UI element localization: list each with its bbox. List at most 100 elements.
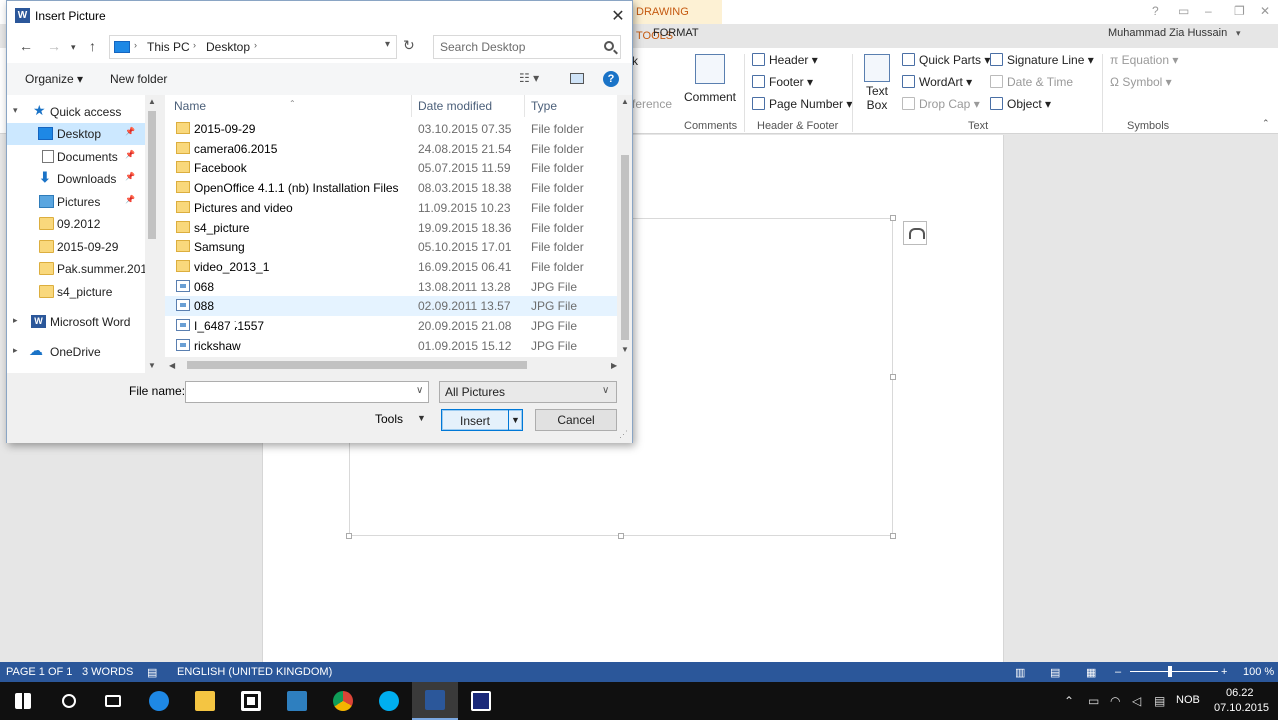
zoom-level[interactable]: 100 % <box>1243 666 1274 678</box>
notification-icon[interactable]: ▤ <box>1154 694 1165 708</box>
collapse-chevron-icon[interactable]: ▾ <box>13 105 18 116</box>
nav-item-09-2012[interactable]: 09.2012 <box>7 213 145 235</box>
folder-row[interactable]: 2015-09-29 03.10.2015 07.35 File folder <box>165 119 625 139</box>
screen-recorder-icon[interactable] <box>458 682 504 720</box>
expand-chevron-icon[interactable]: ▸ <box>13 315 18 326</box>
footer-button[interactable]: Footer ▾ <box>752 75 813 89</box>
layout-options-icon[interactable] <box>903 221 927 245</box>
file-row[interactable]: rickshaw 01.09.2015 15.12 JPG File <box>165 336 625 356</box>
nav-item-desktop[interactable]: Desktop 📌 <box>7 123 145 145</box>
nav-scroll-thumb[interactable] <box>148 111 156 239</box>
skype-icon[interactable] <box>366 682 412 720</box>
scroll-right-icon[interactable]: ▶ <box>611 361 617 370</box>
dialog-title-bar[interactable]: W Insert Picture ✕ <box>7 1 632 31</box>
page-number-button[interactable]: Page Number ▾ <box>752 97 852 111</box>
language-status[interactable]: ENGLISH (UNITED KINGDOM) <box>177 666 332 678</box>
scroll-up-icon[interactable]: ▲ <box>621 97 629 106</box>
maximize-icon[interactable]: ❐ <box>1234 4 1245 18</box>
file-type-filter[interactable]: All Pictures ∨ <box>439 381 617 403</box>
breadcrumb-desktop[interactable]: Desktop <box>206 40 250 54</box>
search-box[interactable] <box>433 35 621 59</box>
wordart-button[interactable]: WordArt ▾ <box>902 75 972 89</box>
close-icon[interactable]: ✕ <box>609 6 627 26</box>
proofing-icon[interactable]: ▤ <box>147 666 157 679</box>
comment-button[interactable]: Comment <box>682 54 738 104</box>
tools-button[interactable]: Tools <box>375 412 403 426</box>
column-header-type[interactable]: Type <box>531 99 557 113</box>
edge-icon[interactable] <box>136 682 182 720</box>
object-button[interactable]: Object ▾ <box>990 97 1051 111</box>
task-view-icon[interactable] <box>90 682 136 720</box>
scroll-up-icon[interactable]: ▲ <box>148 97 156 106</box>
recent-locations-icon[interactable]: ▾ <box>71 42 76 53</box>
folder-row[interactable]: OpenOffice 4.1.1 (nb) Installation Files… <box>165 178 625 198</box>
word-icon[interactable] <box>412 682 458 720</box>
store-icon[interactable] <box>228 682 274 720</box>
page-count[interactable]: PAGE 1 OF 1 <box>6 666 72 678</box>
breadcrumb-chevron-icon[interactable]: › <box>254 40 257 50</box>
text-box-button[interactable]: Text Box <box>860 54 894 112</box>
vertical-scroll-thumb[interactable] <box>621 155 629 340</box>
new-folder-button[interactable]: New folder <box>110 72 167 86</box>
word-count[interactable]: 3 WORDS <box>82 666 133 678</box>
search-icon[interactable] <box>604 41 614 51</box>
equation-button[interactable]: π Equation ▾ <box>1110 53 1178 67</box>
folder-row[interactable]: Pictures and video 11.09.2015 10.23 File f… <box>165 198 625 218</box>
horizontal-scrollbar[interactable]: ◀ ▶ <box>165 357 632 373</box>
folder-row[interactable]: s4_picture 19.09.2015 18.36 File folder <box>165 218 625 238</box>
help-icon[interactable]: ? <box>1152 4 1159 18</box>
chevron-up-icon[interactable]: ⌃ <box>1064 694 1074 708</box>
column-header-date[interactable]: Date modified <box>418 99 492 113</box>
scroll-left-icon[interactable]: ◀ <box>169 361 175 370</box>
forward-arrow-icon[interactable]: → <box>47 38 61 54</box>
resize-handle[interactable] <box>890 533 896 539</box>
zoom-slider-thumb[interactable] <box>1168 666 1172 677</box>
search-icon[interactable] <box>46 682 92 720</box>
zoom-slider-track[interactable] <box>1130 671 1218 672</box>
organize-button[interactable]: Organize ▾ <box>25 72 83 86</box>
back-arrow-icon[interactable]: ← <box>19 38 33 54</box>
nav-item-pictures[interactable]: Pictures 📌 <box>7 191 145 213</box>
tools-dropdown-icon[interactable]: ▼ <box>417 413 426 423</box>
clock-time[interactable]: 06.22 <box>1226 687 1254 699</box>
search-input[interactable] <box>434 36 602 58</box>
file-row[interactable]: 068 13.08.2011 13.28 JPG File <box>165 277 625 297</box>
scroll-down-icon[interactable]: ▼ <box>148 361 156 370</box>
chevron-down-icon[interactable]: ▾ <box>1236 28 1241 39</box>
symbol-button[interactable]: Ω Symbol ▾ <box>1110 75 1172 89</box>
user-account[interactable]: Muhammad Zia Hussain <box>1108 27 1227 39</box>
language-indicator[interactable]: NOB <box>1176 694 1200 706</box>
breadcrumb-chevron-icon[interactable]: › <box>193 40 196 50</box>
scroll-down-icon[interactable]: ▼ <box>621 345 629 354</box>
preview-pane-icon[interactable] <box>570 73 584 84</box>
horizontal-scroll-thumb[interactable] <box>187 361 527 369</box>
folder-row[interactable]: video_2013_1 16.09.2015 06.41 File folder <box>165 257 625 277</box>
quick-parts-button[interactable]: Quick Parts ▾ <box>902 53 990 67</box>
signature-line-button[interactable]: Signature Line ▾ <box>990 53 1094 67</box>
zoom-in-icon[interactable]: + <box>1221 666 1227 678</box>
nav-scrollbar[interactable]: ▲ ▼ <box>145 95 159 373</box>
nav-item-onedrive[interactable]: ▸ ☁ OneDrive <box>7 341 145 363</box>
vertical-scrollbar[interactable]: ▲ ▼ <box>617 95 632 357</box>
print-layout-icon[interactable]: ▤ <box>1050 666 1060 679</box>
insert-options-dropdown-icon[interactable]: ▼ <box>508 410 522 430</box>
minimize-icon[interactable]: – <box>1205 4 1212 18</box>
volume-icon[interactable]: ◁ <box>1132 694 1141 708</box>
address-bar[interactable]: › This PC › Desktop › ▾ <box>109 35 397 59</box>
cancel-button[interactable]: Cancel <box>535 409 617 431</box>
nav-item-2015-09-29[interactable]: 2015-09-29 <box>7 236 145 258</box>
help-icon[interactable]: ? <box>603 71 619 87</box>
chevron-down-icon[interactable]: ∨ <box>416 385 423 396</box>
resize-handle[interactable] <box>618 533 624 539</box>
drop-cap-button[interactable]: Drop Cap ▾ <box>902 97 980 111</box>
up-arrow-icon[interactable]: ↑ <box>89 38 96 54</box>
resize-handle[interactable] <box>890 215 896 221</box>
battery-icon[interactable]: ▭ <box>1088 694 1099 708</box>
windows-start-icon[interactable] <box>0 682 46 720</box>
web-layout-icon[interactable]: ▦ <box>1086 666 1096 679</box>
nav-item-quick-access[interactable]: ▾ ★ Quick access <box>7 101 145 123</box>
zoom-out-icon[interactable]: – <box>1115 666 1121 678</box>
nav-item-s4-picture[interactable]: s4_picture <box>7 281 145 303</box>
folder-row[interactable]: camera06.2015 24.08.2015 21.54 File folder <box>165 139 625 159</box>
header-button[interactable]: Header ▾ <box>752 53 818 67</box>
